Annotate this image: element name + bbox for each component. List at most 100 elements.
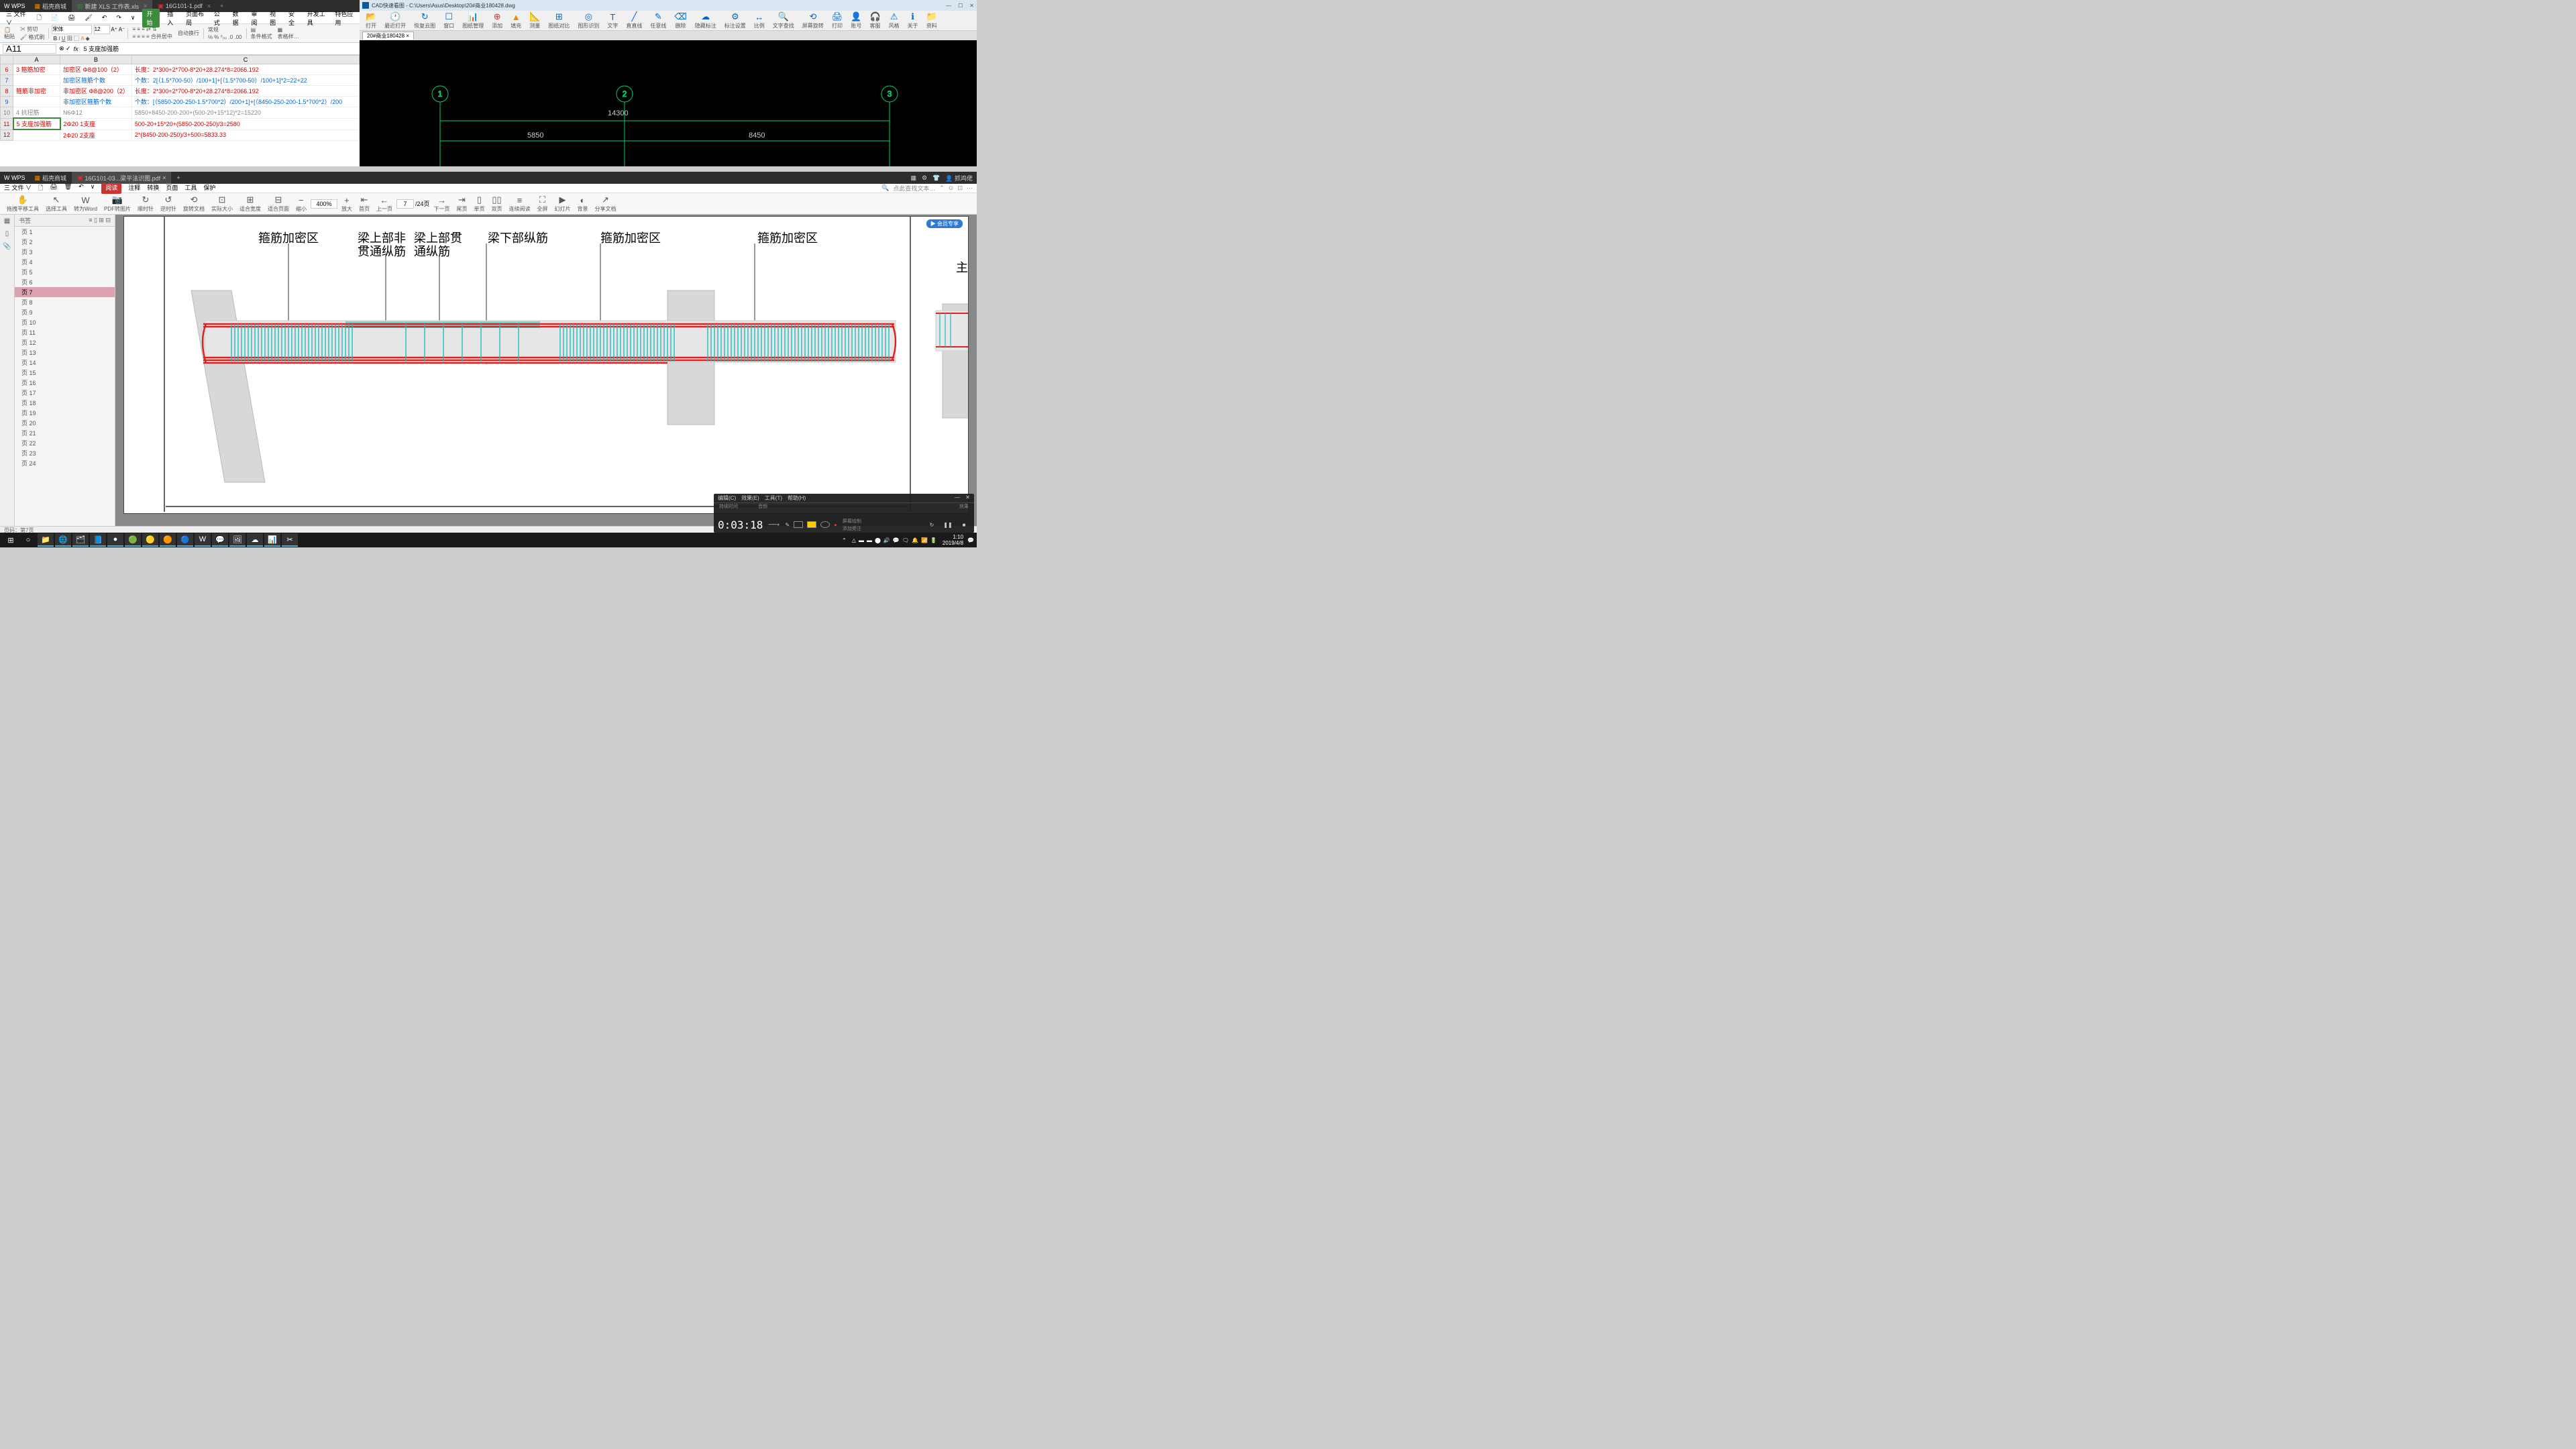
more-icon[interactable]: ∨ — [129, 14, 138, 21]
more-icon[interactable]: ∨ — [91, 183, 95, 194]
ribbon-tab-page[interactable]: 页面 — [166, 183, 178, 194]
cad-tool-图纸对比[interactable]: ⊞图纸对比 — [545, 11, 573, 30]
rec-menu-edit[interactable]: 编辑(C) — [718, 494, 736, 502]
spreadsheet-grid[interactable]: ABC 63 箍筋加密加密区 Φ8@100（2）长度：2*300+2*700-8… — [0, 55, 360, 141]
ribbon-tab-dev[interactable]: 开发工具 — [305, 9, 328, 27]
cad-drawing-tab[interactable]: 20#商业180428 × — [362, 32, 414, 40]
tray-icon[interactable]: ▬ — [867, 537, 872, 543]
formula-value[interactable]: 5 支座加强筋 — [81, 44, 122, 53]
bookmark-item[interactable]: 页 9 — [15, 307, 115, 317]
pdf-tab-docer[interactable]: ▦稻壳商城 — [30, 172, 72, 184]
ribbon-tab-protect[interactable]: 保护 — [203, 183, 215, 194]
taskbar-app[interactable]: 📊 — [264, 533, 280, 547]
taskbar-app[interactable]: ☁ — [247, 533, 263, 547]
pdf-tool-尾页[interactable]: ⇥尾页 — [453, 195, 470, 213]
rec-close-icon[interactable]: ✕ — [965, 494, 970, 502]
taskbar-app[interactable]: ⊞ — [3, 533, 19, 547]
pdf-tool-旋转文档[interactable]: ⟲旋转文档 — [180, 195, 207, 213]
bookmark-item[interactable]: 页 23 — [15, 448, 115, 458]
ribbon-tab-insert[interactable]: 插入 — [165, 9, 178, 27]
ribbon-tab-annotate[interactable]: 注释 — [128, 183, 140, 194]
cell-reference[interactable] — [3, 44, 56, 54]
cad-tool-隐藏标注[interactable]: ☁隐藏标注 — [692, 11, 720, 30]
pdf-tool-双页[interactable]: ▯▯双页 — [488, 195, 504, 213]
cad-tool-打印[interactable]: 🖨打印 — [828, 11, 847, 30]
taskbar-app[interactable]: 📁 — [38, 533, 54, 547]
wps-tab-docer[interactable]: ▦稻壳商城 — [30, 0, 72, 12]
cad-tool-删除[interactable]: ⌫删除 — [671, 11, 690, 30]
paste-button[interactable]: 📋粘贴 — [3, 27, 16, 40]
page-input[interactable] — [396, 199, 414, 209]
font-select[interactable] — [52, 25, 92, 34]
undo-icon[interactable]: ↶ — [100, 14, 109, 21]
bookmark-item[interactable]: 页 19 — [15, 408, 115, 418]
close-icon[interactable]: ✕ — [969, 3, 974, 9]
bookmark-item[interactable]: 页 7 — [15, 287, 115, 297]
taskbar-app[interactable]: ○ — [20, 533, 36, 547]
redo-icon[interactable]: ↷ — [114, 14, 123, 21]
taskbar-app[interactable]: 🗂 — [72, 533, 89, 547]
settings-icon[interactable]: ⊙ — [949, 184, 954, 192]
pdf-content-area[interactable]: ▶ 会员专享 箍筋加密区 梁上部非 贯通纵筋 梁上部贯 通纵筋 梁下部纵筋 箍筋… — [115, 215, 977, 526]
taskbar-app[interactable]: 📘 — [90, 533, 106, 547]
ribbon-tab-read[interactable]: 阅读 — [101, 183, 121, 194]
pdf-tool-适合宽度[interactable]: ⊞适合宽度 — [237, 195, 264, 213]
taskbar-app[interactable]: 🔵 — [177, 533, 193, 547]
bookmark-item[interactable]: 页 14 — [15, 358, 115, 368]
ribbon-tab-view[interactable]: 视图 — [268, 9, 281, 27]
cad-tool-标注设置[interactable]: ⚙标注设置 — [721, 11, 749, 30]
taskbar-app[interactable]: 🌐 — [55, 533, 71, 547]
grid-icon[interactable]: ▦ — [910, 174, 916, 182]
maximize-icon[interactable]: ☐ — [958, 3, 963, 9]
skin-icon[interactable]: 👕 — [932, 174, 940, 182]
pdf-tool-幻灯片[interactable]: ▶幻灯片 — [551, 195, 573, 213]
pdf-tab-add[interactable]: + — [171, 172, 185, 184]
marker-icon[interactable]: ● — [834, 522, 837, 528]
file-menu[interactable]: 三 文件 ∨ — [4, 9, 29, 27]
thumbnail-tab-icon[interactable]: ▦ — [4, 217, 10, 225]
minimize-icon[interactable]: — — [946, 3, 951, 9]
ribbon-tab-special[interactable]: 特色应用 — [333, 9, 356, 27]
pdf-tool-放大[interactable]: +放大 — [339, 195, 355, 213]
bookmark-item[interactable]: 页 22 — [15, 438, 115, 448]
layout-icon[interactable]: ⊡ — [957, 184, 963, 192]
ribbon-tab-layout[interactable]: 页面布局 — [184, 9, 207, 27]
cad-tool-关于[interactable]: ℹ关于 — [904, 11, 922, 30]
user-avatar[interactable]: 👤 抓鸡佬 — [945, 174, 973, 182]
cad-tool-测量[interactable]: 📐测量 — [526, 11, 543, 30]
pdf-tool-逆时针[interactable]: ↺逆时针 — [158, 195, 179, 213]
pdf-tool-转为Word[interactable]: W转为Word — [71, 195, 100, 213]
pdf-tool-顺时针[interactable]: ↻顺时针 — [135, 195, 156, 213]
attachment-tab-icon[interactable]: 📎 — [3, 243, 11, 250]
bookmark-item[interactable]: 页 24 — [15, 458, 115, 468]
taskbar-app[interactable]: ● — [107, 533, 123, 547]
cad-tool-屏幕旋转[interactable]: ⟲屏幕旋转 — [799, 11, 827, 30]
pdf-tool-实际大小[interactable]: ⊡实际大小 — [209, 195, 235, 213]
pdf-tool-适合页面[interactable]: ⊟适合页面 — [265, 195, 292, 213]
pdf-tool-背景[interactable]: ◐背景 — [574, 195, 590, 213]
tray-icon[interactable]: 🔊 — [883, 537, 890, 543]
bookmark-item[interactable]: 页 18 — [15, 398, 115, 408]
bookmark-item[interactable]: 页 4 — [15, 257, 115, 267]
zoom-input[interactable] — [311, 199, 337, 209]
cad-tool-任意线[interactable]: ✎任意线 — [647, 11, 669, 30]
cad-tool-直直线[interactable]: ╱直直线 — [623, 11, 645, 30]
ribbon-tab-start[interactable]: 开始 — [142, 9, 160, 28]
tray-icon[interactable]: 💬 — [893, 537, 900, 543]
bookmark-item[interactable]: 页 6 — [15, 277, 115, 287]
ribbon-tab-convert[interactable]: 转换 — [147, 183, 159, 194]
pdf-tool-拖拽平移工具[interactable]: ✋拖拽平移工具 — [4, 195, 42, 213]
rec-pause-icon[interactable]: ❚❚ — [942, 519, 954, 531]
close-icon[interactable]: × — [162, 174, 166, 181]
pdf-tool-单页[interactable]: ▯单页 — [471, 195, 487, 213]
rec-menu-effects[interactable]: 效果(E) — [741, 494, 759, 502]
pdf-tab-document[interactable]: ▣16G101-03...梁平法识图.pdf× — [72, 172, 171, 184]
bookmark-item[interactable]: 页 8 — [15, 297, 115, 307]
bookmark-item[interactable]: 页 10 — [15, 317, 115, 327]
cad-tool-添加[interactable]: ⊕添加 — [488, 11, 506, 30]
cad-tool-最近打开[interactable]: 🕐最近打开 — [381, 11, 409, 30]
rect-shape-icon[interactable] — [794, 521, 803, 528]
fontsize-select[interactable] — [94, 25, 110, 34]
cad-tool-客服[interactable]: 🎧客服 — [866, 11, 883, 30]
cad-tool-比例[interactable]: ↔比例 — [751, 12, 768, 30]
